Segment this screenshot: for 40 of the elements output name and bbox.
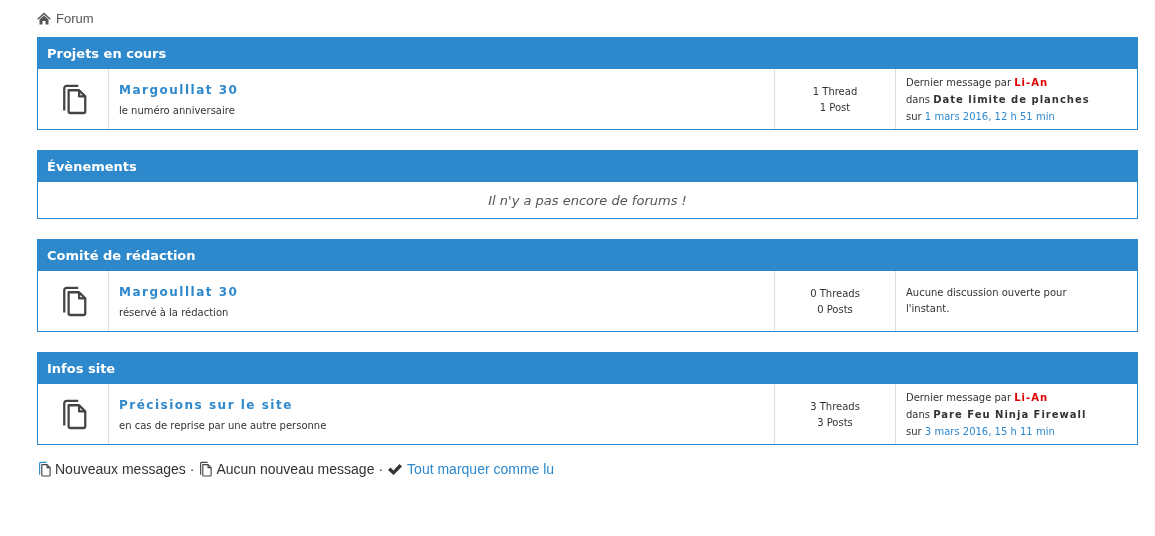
category-header: Comité de rédaction [38, 240, 1137, 271]
mark-all-read-link[interactable]: Tout marquer comme lu [407, 461, 555, 477]
topic-link[interactable]: Date limite de planches [933, 93, 1090, 105]
no-new-posts-icon [198, 461, 213, 477]
forum-title-link[interactable]: Margoulllat 30 [119, 82, 774, 97]
thread-count: 1 Thread [812, 85, 858, 97]
forum-description: réservé à la rédaction [119, 306, 230, 318]
check-icon [387, 462, 404, 476]
forum-title-link[interactable]: Précisions sur le site [119, 397, 774, 412]
breadcrumb-link[interactable]: Forum [56, 11, 94, 26]
category-header: Évènements [38, 151, 1137, 182]
last-post-label: sur [906, 110, 922, 122]
separator-dot: · [378, 461, 384, 477]
forum-description: le numéro anniversaire [119, 104, 236, 116]
forum-title-link[interactable]: Margoulllat 30 [119, 284, 774, 299]
category-header: Projets en cours [38, 38, 1137, 69]
thread-count: 0 Threads [810, 287, 860, 299]
last-post-label: Dernier message par [906, 391, 1012, 403]
post-count: 0 Posts [817, 303, 853, 315]
legend-label: Aucun nouveau message [216, 461, 375, 477]
last-post-label: Dernier message par [906, 76, 1012, 88]
thread-count: 3 Threads [810, 400, 860, 412]
topic-link[interactable]: Pare Feu Ninja Firewall [933, 408, 1087, 420]
no-discussion-text: Aucune discussion ouverte pour l'instant. [906, 286, 1068, 316]
date-link[interactable]: 1 mars 2016, 12 h 51 min [924, 110, 1055, 122]
new-posts-icon [37, 461, 51, 477]
last-post-label: sur [906, 425, 922, 437]
date-link[interactable]: 3 mars 2016, 15 h 11 min [924, 425, 1055, 437]
forum-description: en cas de reprise par une autre personne [119, 419, 328, 431]
post-count: 1 Post [819, 101, 851, 113]
home-icon [37, 12, 51, 25]
category-header: Infos site [38, 353, 1137, 384]
post-count: 3 Posts [817, 416, 853, 428]
separator-dot: · [189, 461, 195, 477]
author-link[interactable]: Li-An [1014, 76, 1049, 88]
last-post-label: dans [906, 408, 931, 420]
legend-label: Nouveaux messages [55, 461, 186, 477]
last-post-label: dans [906, 93, 931, 105]
empty-message: Il n'y a pas encore de forums ! [487, 192, 688, 210]
author-link[interactable]: Li-An [1014, 391, 1049, 403]
